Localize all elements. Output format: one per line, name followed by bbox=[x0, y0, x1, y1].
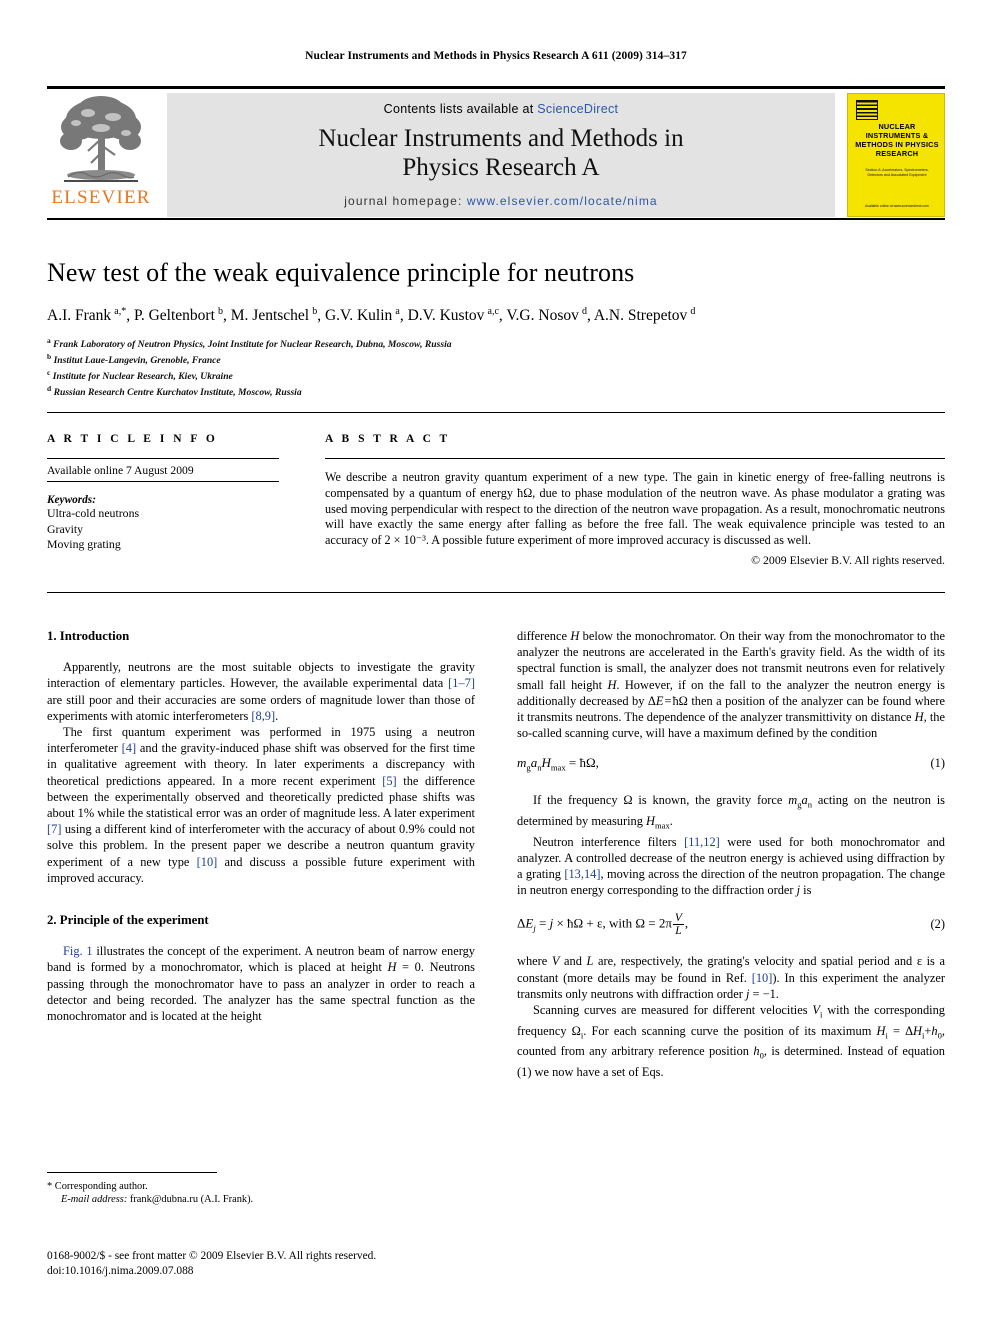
body-column-right: difference H below the monochromator. On… bbox=[517, 628, 945, 1080]
corresponding-author-note: * Corresponding author. bbox=[47, 1181, 148, 1192]
right-paragraph-3: Neutron interference filters [11,12] wer… bbox=[517, 834, 945, 898]
fraction-v-over-l: VL bbox=[672, 912, 684, 938]
citation-link[interactable]: [4] bbox=[122, 741, 136, 755]
contents-available-line: Contents lists available at ScienceDirec… bbox=[167, 93, 835, 116]
footnote-block: * Corresponding author. E-mail address: … bbox=[47, 1180, 475, 1206]
section-heading-introduction: 1. Introduction bbox=[47, 629, 130, 643]
affiliation-item: c Institute for Nuclear Research, Kiev, … bbox=[47, 367, 233, 382]
body-column-left: 1. Introduction Apparently, neutrons are… bbox=[47, 628, 475, 1024]
citation-link[interactable]: [13,14] bbox=[564, 867, 600, 881]
intro-paragraph-1: Apparently, neutrons are the most suitab… bbox=[47, 660, 475, 723]
citation-link[interactable]: [5] bbox=[382, 774, 396, 788]
paper-page: Nuclear Instruments and Methods in Physi… bbox=[0, 0, 992, 1323]
journal-homepage-line: journal homepage: www.elsevier.com/locat… bbox=[167, 194, 835, 208]
equation-2-body: ΔEj = j × ħΩ + ε, with Ω = 2π V L, bbox=[517, 912, 689, 938]
equation-1: mganHmax = ħΩ, (1) bbox=[517, 755, 945, 776]
elsevier-logo: ELSEVIER bbox=[47, 93, 155, 217]
info-rule-bottom bbox=[47, 592, 945, 593]
citation-link[interactable]: [8,9] bbox=[251, 709, 275, 723]
elsevier-tree-icon bbox=[58, 93, 144, 189]
affiliation-item: d Russian Research Centre Kurchatov Inst… bbox=[47, 383, 302, 398]
abstract-rule bbox=[325, 458, 945, 459]
homepage-url-link[interactable]: www.elsevier.com/locate/nima bbox=[467, 194, 658, 208]
affiliation-item: a Frank Laboratory of Neutron Physics, J… bbox=[47, 336, 452, 351]
email-label: E-mail address: bbox=[61, 1194, 128, 1205]
imprint-line-1: 0168-9002/$ - see front matter © 2009 El… bbox=[47, 1250, 377, 1262]
citation-link[interactable]: [10] bbox=[752, 971, 773, 985]
journal-title-line2: Physics Research A bbox=[402, 154, 600, 181]
journal-title: Nuclear Instruments and Methods in Physi… bbox=[167, 124, 835, 182]
cover-publisher-mark-icon bbox=[856, 100, 878, 120]
keyword-item: Ultra-cold neutrons bbox=[47, 506, 140, 520]
cover-subtitle: Section A: Accelerators, Spectrometers, … bbox=[865, 168, 929, 177]
email-note: E-mail address: frank@dubna.ru (A.I. Fra… bbox=[47, 1193, 475, 1206]
equation-2-number: (2) bbox=[930, 916, 945, 931]
right-paragraph-2: If the frequency Ω is known, the gravity… bbox=[517, 793, 945, 831]
section-heading-principle: 2. Principle of the experiment bbox=[47, 913, 209, 928]
imprint-line-2: doi:10.1016/j.nima.2009.07.088 bbox=[47, 1264, 194, 1277]
available-online-date: Available online 7 August 2009 bbox=[47, 459, 279, 482]
cover-footer: Available online at www.sciencedirect.co… bbox=[865, 204, 929, 208]
sciencedirect-link[interactable]: ScienceDirect bbox=[537, 102, 618, 116]
citation-link[interactable]: [10] bbox=[197, 855, 218, 869]
running-head: Nuclear Instruments and Methods in Physi… bbox=[305, 50, 687, 62]
right-paragraph-1: difference H below the monochromator. On… bbox=[517, 629, 945, 741]
cover-title: NUCLEAR INSTRUMENTS & METHODS IN PHYSICS… bbox=[855, 122, 939, 158]
figure-link[interactable]: Fig. 1 bbox=[63, 944, 93, 958]
article-info-heading: A R T I C L E I N F O bbox=[47, 433, 218, 445]
citation-link[interactable]: [1–7] bbox=[448, 676, 475, 690]
email-address[interactable]: frank@dubna.ru (A.I. Frank). bbox=[130, 1194, 253, 1205]
abstract-text: We describe a neutron gravity quantum ex… bbox=[325, 470, 945, 548]
footnote-rule bbox=[47, 1172, 217, 1173]
right-paragraph-4: where V and L are, respectively, the gra… bbox=[517, 954, 945, 1001]
title-block: New test of the weak equivalence princip… bbox=[47, 258, 945, 398]
abstract-heading: A B S T R A C T bbox=[325, 433, 451, 445]
right-paragraph-5: Scanning curves are measured for differe… bbox=[517, 1002, 945, 1079]
equation-1-body: mganHmax = ħΩ, bbox=[517, 755, 599, 774]
affiliation-item: b Institut Laue-Langevin, Grenoble, Fran… bbox=[47, 351, 221, 367]
principle-paragraph-1: Fig. 1 illustrates the concept of the ex… bbox=[47, 944, 476, 1024]
elsevier-wordmark: ELSEVIER bbox=[51, 187, 151, 208]
citation-link[interactable]: [7] bbox=[47, 822, 61, 836]
journal-title-line1: Nuclear Instruments and Methods in bbox=[318, 125, 684, 152]
masthead-bottom-rule bbox=[47, 218, 945, 220]
homepage-prefix: journal homepage: bbox=[344, 194, 463, 208]
keyword-item: Gravity bbox=[47, 521, 84, 536]
journal-masthead: ELSEVIER Contents lists available at Sci… bbox=[47, 86, 945, 219]
citation-link[interactable]: [11,12] bbox=[684, 835, 720, 849]
article-info-block: A R T I C L E I N F O Available online 7… bbox=[47, 433, 279, 553]
keywords-label: Keywords: bbox=[47, 494, 96, 506]
contents-prefix: Contents lists available at bbox=[383, 102, 534, 116]
affiliation-text: Institut Laue-Langevin, Grenoble, France bbox=[53, 355, 221, 367]
journal-band: Contents lists available at ScienceDirec… bbox=[167, 93, 835, 217]
equation-2: ΔEj = j × ħΩ + ε, with Ω = 2π V L, (2) bbox=[517, 912, 945, 937]
journal-cover-thumbnail: NUCLEAR INSTRUMENTS & METHODS IN PHYSICS… bbox=[847, 93, 945, 217]
affiliation-text: Institute for Nuclear Research, Kiev, Uk… bbox=[52, 370, 233, 382]
page-title: New test of the weak equivalence princip… bbox=[47, 258, 635, 287]
author-list: A.I. Frank a,*, P. Geltenbort b, M. Jent… bbox=[47, 306, 696, 325]
affiliation-text: Russian Research Centre Kurchatov Instit… bbox=[53, 386, 302, 398]
abstract-copyright: © 2009 Elsevier B.V. All rights reserved… bbox=[751, 552, 945, 567]
info-rule-top bbox=[47, 412, 945, 413]
affiliation-list: a Frank Laboratory of Neutron Physics, J… bbox=[47, 335, 945, 398]
abstract-block: A B S T R A C T We describe a neutron gr… bbox=[325, 433, 945, 568]
imprint-block: 0168-9002/$ - see front matter © 2009 El… bbox=[47, 1249, 475, 1278]
equation-1-number: (1) bbox=[930, 756, 945, 771]
keyword-item: Moving grating bbox=[47, 537, 121, 551]
intro-paragraph-2: The first quantum experiment was perform… bbox=[47, 725, 475, 885]
affiliation-text: Frank Laboratory of Neutron Physics, Joi… bbox=[53, 339, 452, 351]
